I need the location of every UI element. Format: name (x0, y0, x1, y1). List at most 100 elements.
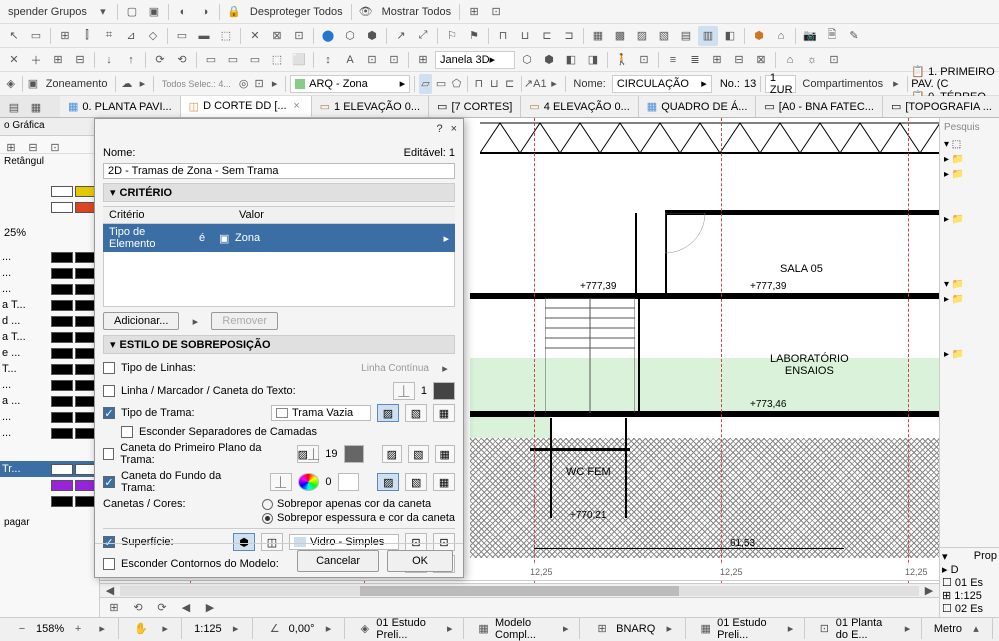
chevron-icon[interactable]: ▸ (889, 74, 903, 94)
criteria-section[interactable]: ▾ CRITÉRIO (103, 183, 455, 202)
tool-icon[interactable]: ↓ (99, 50, 119, 70)
tool-icon[interactable]: ▭ (223, 50, 243, 70)
chevron-icon[interactable]: ▸ (268, 74, 282, 94)
chevron-icon[interactable]: ▸ (136, 74, 150, 94)
tool-icon[interactable]: ▣ (144, 2, 164, 22)
geom-icon[interactable]: ▭ (434, 74, 448, 94)
pen-icon[interactable]: ⏊ (393, 382, 415, 400)
tool-icon[interactable]: ⊠ (267, 26, 287, 46)
tool-icon[interactable]: 📷 (800, 26, 820, 46)
person-icon[interactable]: 🚶 (612, 50, 632, 70)
tool-icon[interactable]: ▭ (201, 50, 221, 70)
item-label[interactable]: a T... (2, 331, 49, 343)
cube-icon[interactable]: ⬡ (517, 50, 537, 70)
tool-icon[interactable]: ◇ (143, 26, 163, 46)
close-icon[interactable]: × (291, 100, 303, 112)
tool-icon[interactable]: ⊐ (559, 26, 579, 46)
units-value[interactable]: Metro (934, 623, 962, 635)
fill-opt-2[interactable]: ▧ (405, 473, 427, 491)
tab-nav-icon[interactable]: ▤ (4, 97, 24, 117)
tool-icon[interactable]: ⬢ (362, 26, 382, 46)
tool-icon[interactable]: ⊟ (729, 50, 749, 70)
view-combo[interactable]: Modelo Compl... (495, 617, 554, 641)
tool-icon[interactable]: ⬚ (216, 26, 236, 46)
tool-icon[interactable]: ⚑ (464, 26, 484, 46)
prop-row[interactable]: ☐ 02 Es (942, 602, 997, 615)
chevron-icon[interactable]: ▸ (155, 619, 175, 639)
tab-layout[interactable]: ▭[7 CORTES] (429, 96, 521, 117)
tree-item[interactable]: ▸ 📁 (940, 167, 999, 182)
tool-icon[interactable]: ▤ (676, 26, 696, 46)
tree-item[interactable]: ▾ 📁 (940, 277, 999, 292)
filltype-field[interactable]: Trama Vazia (271, 405, 371, 421)
tool-icon[interactable]: ⟲ (172, 50, 192, 70)
fill-opt-2[interactable]: ▧ (408, 445, 428, 463)
tool-icon[interactable]: ⟳ (150, 50, 170, 70)
tab-plan[interactable]: ▦0. PLANTA PAVI... (60, 96, 181, 117)
nav-icon[interactable]: ▶ (200, 598, 220, 618)
tool-icon[interactable]: ▥ (698, 26, 718, 46)
tool-icon[interactable]: ⊞ (707, 50, 727, 70)
lock-icon[interactable]: 🔒 (224, 2, 244, 22)
name-field[interactable]: 2D - Tramas de Zona - Sem Trama (103, 163, 455, 179)
chevron-icon[interactable]: ▸ (547, 74, 561, 94)
chevron-icon[interactable]: ▸ (318, 619, 338, 639)
penset-icon[interactable]: ⊞ (592, 619, 612, 639)
tool-icon[interactable]: ⊟ (23, 137, 43, 157)
tool-icon[interactable]: ⊟ (70, 50, 90, 70)
cube-icon[interactable]: ◧ (561, 50, 581, 70)
tool-icon[interactable]: ▧ (654, 26, 674, 46)
tool-icon[interactable]: ⊓ (493, 26, 513, 46)
marquee-icon[interactable]: ▭ (26, 26, 46, 46)
scale-value[interactable]: 1:125 (194, 623, 222, 635)
layer-icon[interactable]: ◈ (4, 74, 18, 94)
filltype-checkbox[interactable]: ✓ (103, 407, 115, 419)
tool-icon[interactable]: ⊡ (289, 26, 309, 46)
zone-type-dropdown[interactable]: ARQ - Zona ▸ (290, 75, 410, 93)
tool-icon[interactable]: ⊞ (413, 50, 433, 70)
zoom-in-icon[interactable]: + (68, 619, 88, 639)
tool-icon[interactable]: ⊡ (45, 137, 65, 157)
fill-opt-1[interactable]: ▨ (377, 473, 399, 491)
style-section[interactable]: ▾ ESTILO DE SOBREPOSIÇÃO (103, 335, 455, 354)
tool-icon[interactable]: ⤢ (413, 26, 433, 46)
zur-field[interactable]: 1 ZUR (765, 75, 796, 93)
tool-icon[interactable]: ▨ (632, 26, 652, 46)
item-label[interactable]: ... (2, 267, 49, 279)
tool-icon[interactable]: ◑ (195, 2, 215, 22)
tool-icon[interactable]: ▩ (610, 26, 630, 46)
angle-value[interactable]: 0,00° (289, 623, 315, 635)
tool-icon[interactable]: ↕ (318, 50, 338, 70)
go-icon[interactable]: ▦ (698, 619, 713, 639)
fill-opt-2[interactable]: ▧ (405, 404, 427, 422)
add-button[interactable]: Adicionar... (103, 312, 179, 330)
tool-icon[interactable]: ⊡ (486, 2, 506, 22)
item-label[interactable]: Tr... (2, 463, 49, 475)
radio-pencolor[interactable] (262, 499, 273, 510)
tab-elevation[interactable]: ▭1 ELEVAÇÃO 0... (312, 96, 429, 117)
item-label[interactable]: e ... (2, 347, 49, 359)
close-icon[interactable]: × (451, 123, 457, 135)
menu-showall[interactable]: Mostrar Todos (378, 6, 456, 18)
tool-icon[interactable]: ⊔ (515, 26, 535, 46)
item-label[interactable]: ... (2, 251, 49, 263)
menu-groups[interactable]: spender Grupos (4, 6, 91, 18)
tool-icon[interactable]: ▭ (172, 26, 192, 46)
chevron-icon[interactable]: ▸ (435, 358, 455, 378)
arrow-icon[interactable]: ↖ (4, 26, 24, 46)
linepen-checkbox[interactable] (103, 385, 115, 397)
tool-icon[interactable]: ≣ (685, 50, 705, 70)
pen-swatch[interactable] (338, 473, 360, 491)
tab-layout-3[interactable]: ▭[TOPOGRAFIA ... (883, 96, 999, 117)
item-label[interactable]: ... (2, 427, 49, 439)
tab-section[interactable]: ◫D CORTE DD [...× (181, 96, 312, 117)
tool-icon[interactable]: ⊞ (55, 26, 75, 46)
item-label[interactable]: ... (2, 379, 49, 391)
fill-opt-1[interactable]: ▨ (377, 404, 399, 422)
tool-icon[interactable]: ⊞ (1, 137, 21, 157)
hidesep-checkbox[interactable] (121, 426, 133, 438)
item-label[interactable]: a ... (2, 395, 49, 407)
geom-icon[interactable]: ⊓ (472, 74, 486, 94)
tree-item[interactable]: ▾ ⬚ (940, 137, 999, 152)
ok-button[interactable]: OK (387, 550, 453, 572)
